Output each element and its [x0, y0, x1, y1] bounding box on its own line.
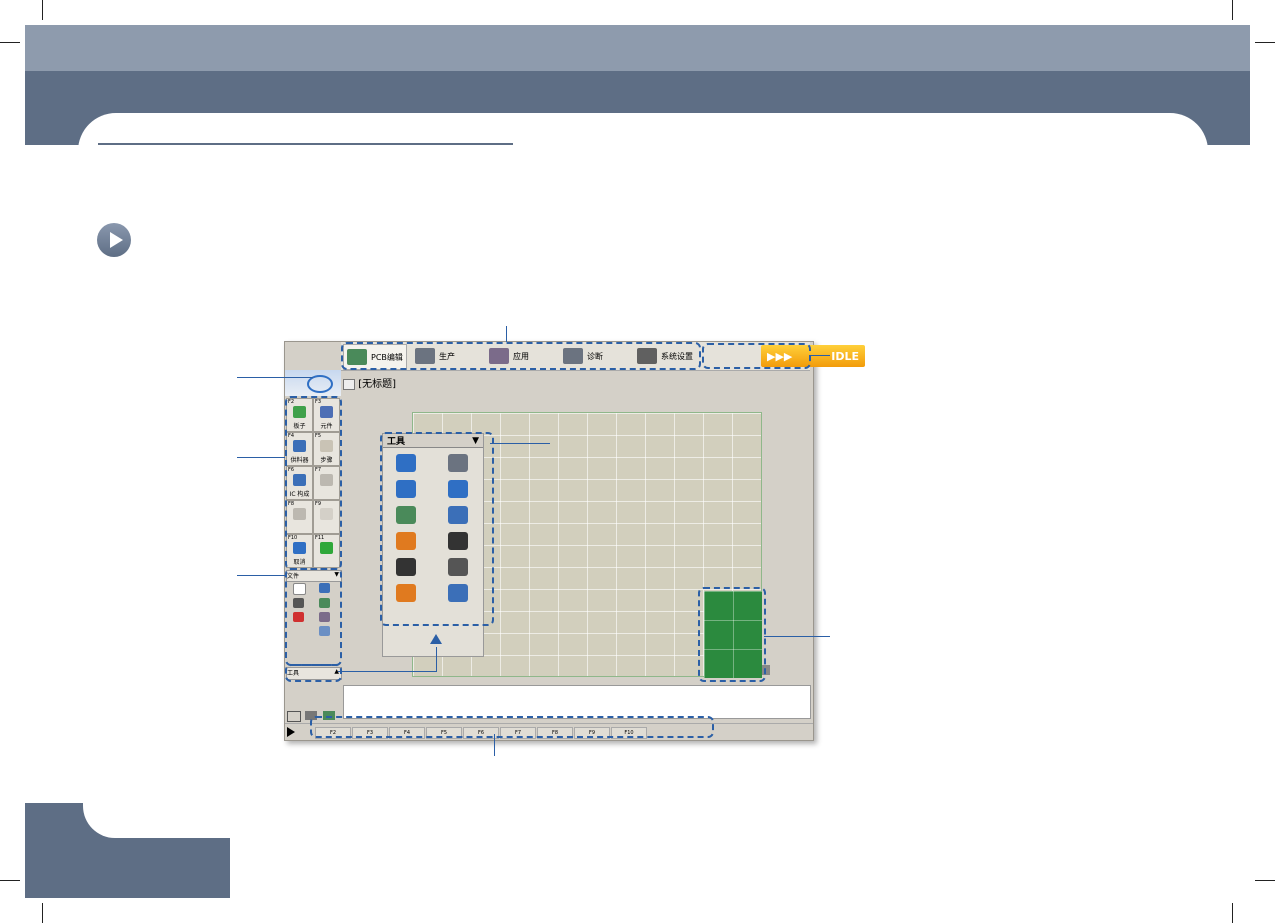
- crop-mark: [1232, 0, 1233, 20]
- crop-mark: [0, 880, 20, 881]
- leader-line: [490, 443, 550, 444]
- crop-mark: [1232, 903, 1233, 923]
- crop-mark: [0, 42, 20, 43]
- message-area: [343, 685, 811, 719]
- leader-line: [494, 734, 495, 756]
- logo-area: [285, 370, 341, 396]
- crop-mark: [42, 0, 43, 20]
- callout-file-panel: [285, 568, 342, 666]
- leader-line: [764, 636, 830, 637]
- mode-icon[interactable]: [287, 711, 301, 722]
- leader-line: [338, 671, 436, 672]
- leader-line: [506, 326, 507, 342]
- document-title: [无标题]: [343, 375, 396, 390]
- header-band-top: [25, 25, 1250, 71]
- up-arrow-pointer-icon: [430, 634, 442, 644]
- callout-status: [702, 343, 811, 369]
- crop-mark: [1255, 880, 1275, 881]
- leader-line: [809, 355, 830, 356]
- callout-function-keys: [285, 396, 342, 570]
- leader-line: [237, 457, 285, 458]
- play-icon[interactable]: [287, 727, 295, 737]
- title-rule: [98, 143, 513, 145]
- callout-tab-bar: [341, 342, 701, 370]
- footer-curve: [83, 803, 283, 838]
- crop-mark: [42, 903, 43, 923]
- document-title-text: [无标题]: [358, 379, 396, 390]
- play-bullet-icon: [97, 223, 131, 257]
- status-label: IDLE: [831, 349, 859, 363]
- crop-mark: [1255, 42, 1275, 43]
- leader-line: [436, 647, 437, 672]
- callout-function-bar: [310, 716, 714, 738]
- callout-board-preview: [698, 587, 766, 682]
- leader-line: [237, 377, 313, 378]
- content-tab: [78, 113, 1208, 153]
- callout-tools-panel: [285, 664, 342, 682]
- callout-tool-palette: [380, 432, 494, 626]
- document-icon: [343, 378, 355, 390]
- leader-line: [237, 575, 285, 576]
